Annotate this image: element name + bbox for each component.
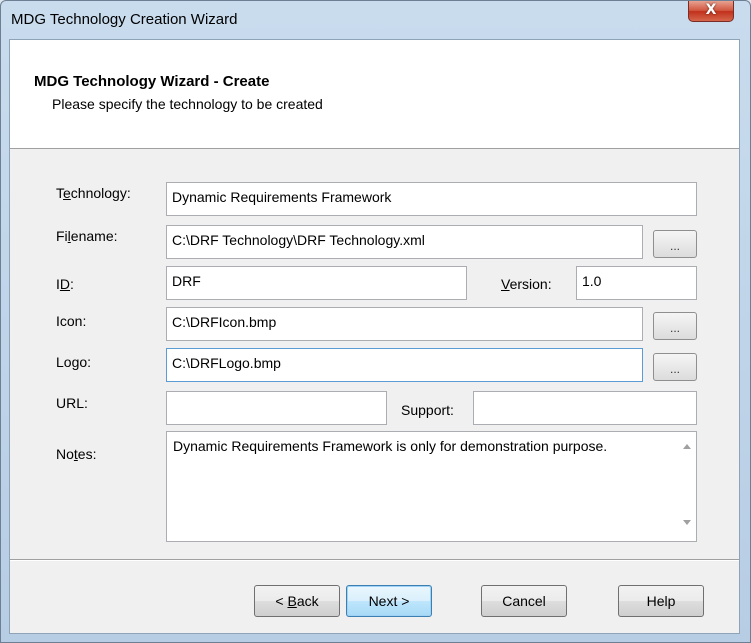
technology-label: Technology: xyxy=(56,185,131,201)
notes-label: Notes: xyxy=(56,446,97,462)
support-label: Support: xyxy=(401,402,454,418)
scroll-down-icon[interactable] xyxy=(683,520,691,525)
icon-browse-button[interactable]: ... xyxy=(653,312,697,340)
dialog-body: MDG Technology Wizard - Create Please sp… xyxy=(9,39,740,634)
version-input[interactable]: 1.0 xyxy=(576,266,697,300)
notes-scrollbar[interactable] xyxy=(677,432,696,541)
cancel-button[interactable]: Cancel xyxy=(481,585,567,617)
filename-label: Filename: xyxy=(56,228,118,244)
back-button[interactable]: < Back xyxy=(254,585,340,617)
filename-input[interactable]: C:\DRF Technology\DRF Technology.xml xyxy=(166,225,643,259)
wizard-window: MDG Technology Creation Wizard X MDG Tec… xyxy=(0,0,751,643)
wizard-header: MDG Technology Wizard - Create Please sp… xyxy=(10,40,739,149)
url-label: URL: xyxy=(56,395,88,411)
window-title: MDG Technology Creation Wizard xyxy=(11,11,238,28)
support-input[interactable] xyxy=(473,391,697,425)
technology-input[interactable]: Dynamic Requirements Framework xyxy=(166,182,697,216)
footer-divider xyxy=(10,559,739,561)
close-icon: X xyxy=(705,2,717,18)
notes-text: Dynamic Requirements Framework is only f… xyxy=(173,438,608,454)
scroll-up-icon[interactable] xyxy=(683,444,691,449)
logo-browse-button[interactable]: ... xyxy=(653,353,697,381)
close-button[interactable]: X xyxy=(688,1,734,22)
icon-label: Icon: xyxy=(56,313,87,329)
next-button[interactable]: Next > xyxy=(346,585,432,617)
logo-label: Logo: xyxy=(56,354,92,370)
id-label: ID: xyxy=(56,276,74,292)
notes-textarea[interactable]: Dynamic Requirements Framework is only f… xyxy=(166,431,697,542)
help-button[interactable]: Help xyxy=(618,585,704,617)
wizard-step-title: MDG Technology Wizard - Create xyxy=(34,73,270,90)
wizard-step-subtitle: Please specify the technology to be crea… xyxy=(52,96,323,112)
title-bar[interactable]: MDG Technology Creation Wizard X xyxy=(1,1,750,39)
logo-input[interactable]: C:\DRFLogo.bmp xyxy=(166,348,643,382)
filename-browse-button[interactable]: ... xyxy=(653,230,697,258)
id-input[interactable]: DRF xyxy=(166,266,467,300)
icon-input[interactable]: C:\DRFIcon.bmp xyxy=(166,307,643,341)
version-label: Version: xyxy=(501,276,552,292)
url-input[interactable] xyxy=(166,391,387,425)
